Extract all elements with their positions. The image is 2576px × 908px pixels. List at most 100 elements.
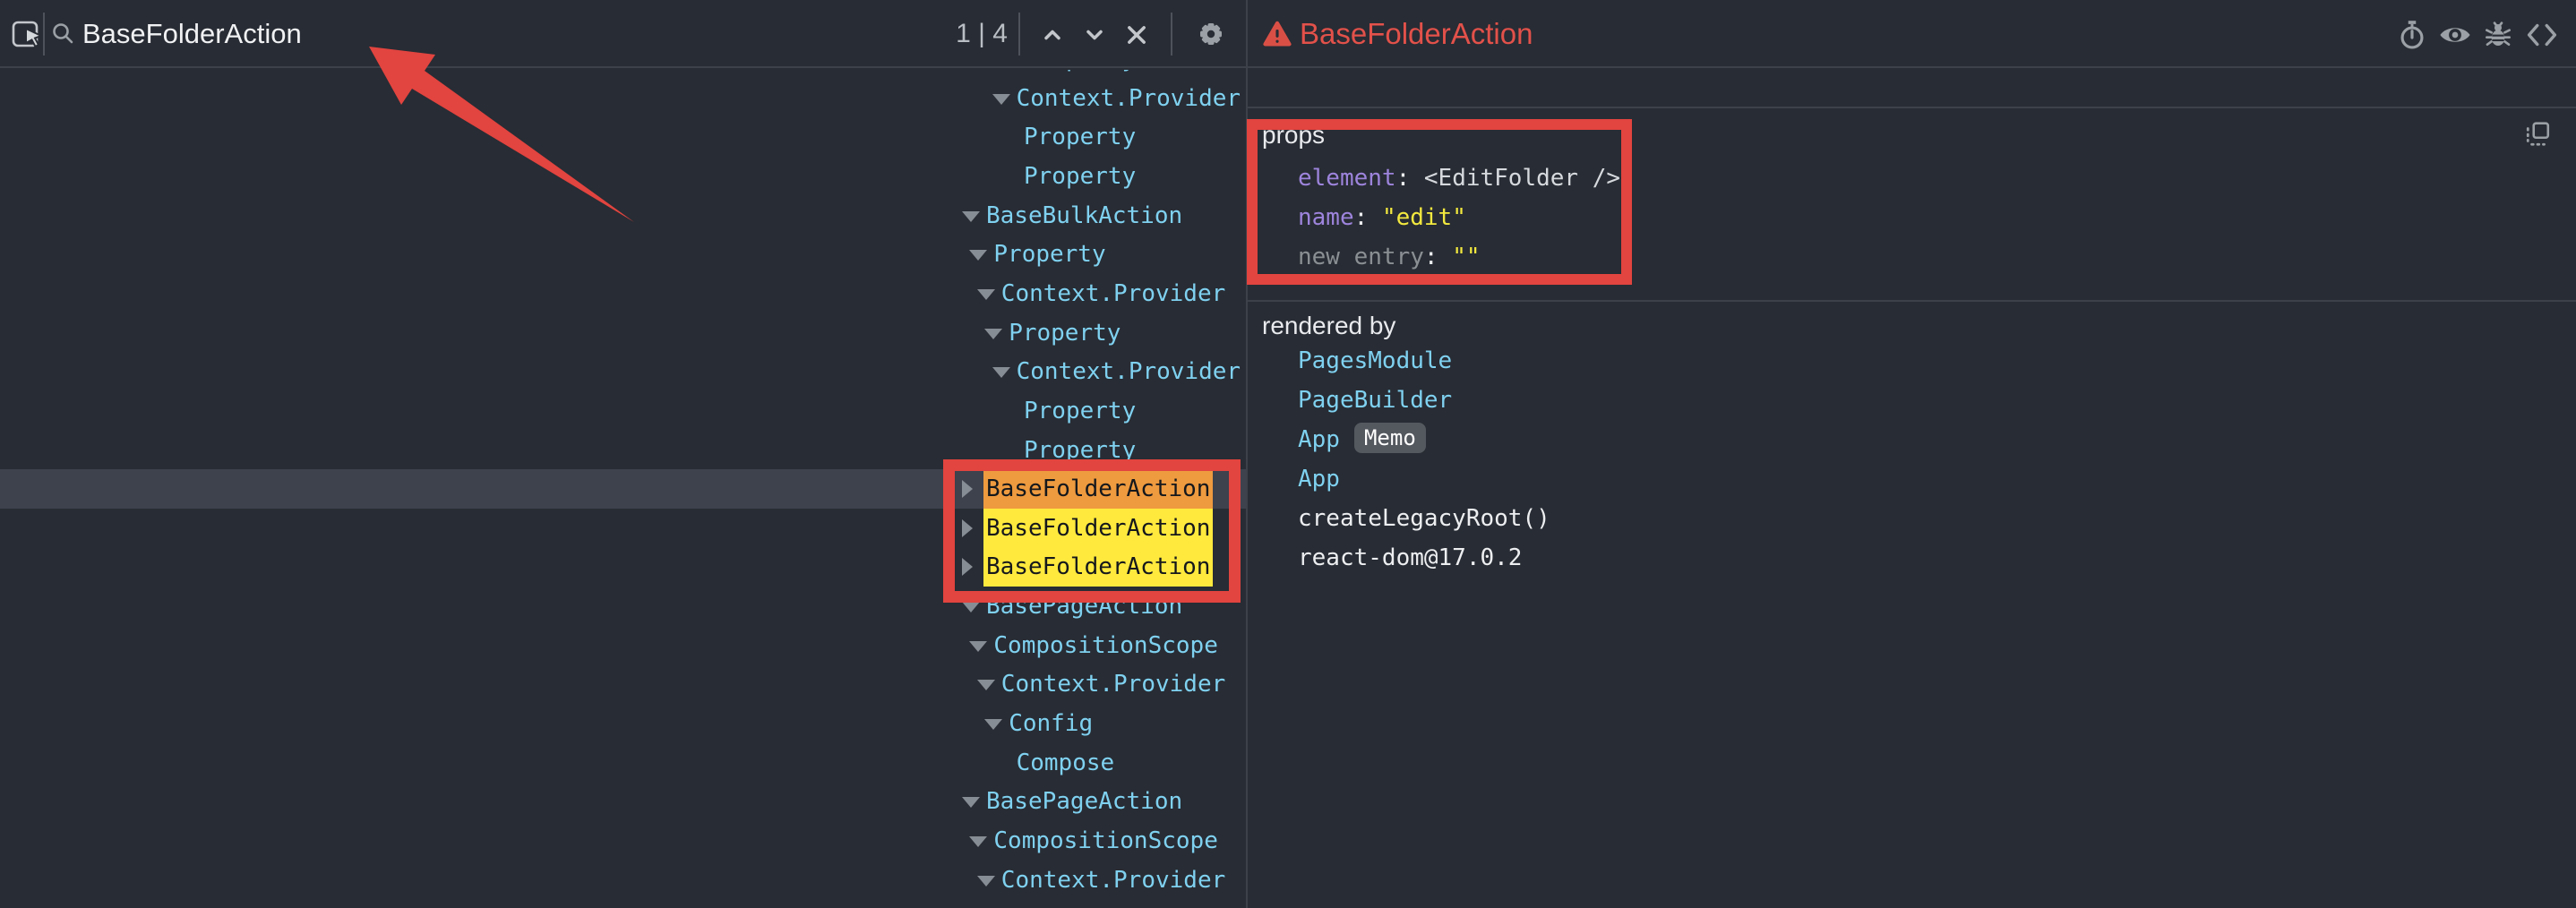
tree-node[interactable]: Config: [0, 704, 1246, 743]
tree-node[interactable]: CompositionScope: [0, 626, 1246, 665]
tree-node[interactable]: Context.Provider: [0, 664, 1246, 704]
collapse-arrow-icon[interactable]: [984, 329, 1002, 339]
component-name[interactable]: Property: [993, 235, 1105, 274]
tree-node[interactable]: Property: [0, 431, 1246, 470]
component-name[interactable]: Property: [1024, 117, 1136, 157]
owner-link[interactable]: App: [1298, 466, 1340, 493]
chevron-up-icon[interactable]: [1035, 18, 1069, 52]
component-name[interactable]: Property: [1024, 157, 1136, 196]
props-list: element: <EditFolder />name: "edit"new e…: [1298, 158, 2576, 277]
tree-node[interactable]: BaseFolderAction: [0, 469, 1246, 509]
component-tree: PropertyContext.ProviderPropertyProperty…: [0, 70, 1246, 908]
component-name[interactable]: BaseBulkAction: [986, 196, 1182, 236]
component-name[interactable]: Context.Provider: [1017, 352, 1241, 391]
collapse-arrow-icon[interactable]: [969, 836, 987, 847]
component-name[interactable]: BaseFolderAction: [983, 509, 1213, 548]
tree-node[interactable]: CompositionScope: [0, 821, 1246, 861]
component-name[interactable]: Property: [1024, 431, 1136, 470]
tree-node[interactable]: Context.Provider: [0, 79, 1246, 118]
rendered-by-item: App: [1298, 459, 2576, 499]
owner-link[interactable]: PagesModule: [1298, 347, 1452, 374]
collapse-arrow-icon[interactable]: [992, 367, 1010, 378]
prop-value[interactable]: "": [1452, 244, 1480, 270]
collapse-arrow-icon[interactable]: [992, 94, 1010, 105]
component-name[interactable]: Property: [1009, 313, 1121, 353]
suspense-timer-icon[interactable]: [2395, 18, 2429, 52]
expand-arrow-icon[interactable]: [962, 480, 973, 498]
prop-entry[interactable]: name: "edit": [1298, 198, 2576, 237]
error-warning-icon: [1262, 21, 1292, 52]
chevron-down-icon[interactable]: [1078, 18, 1112, 52]
collapse-arrow-icon[interactable]: [984, 719, 1002, 730]
component-name[interactable]: CompositionScope: [993, 821, 1217, 861]
inspected-element-header: BaseFolderAction: [1248, 0, 2576, 68]
collapse-arrow-icon[interactable]: [977, 289, 995, 300]
collapse-arrow-icon[interactable]: [969, 250, 987, 261]
collapse-arrow-icon[interactable]: [977, 680, 995, 690]
component-name[interactable]: BaseFolderAction: [983, 469, 1213, 509]
rendered-by-list: PagesModule PageBuilder App Memo App createLe…: [1298, 341, 2576, 578]
collapse-arrow-icon[interactable]: [969, 641, 987, 652]
inspected-element-panel: BaseFolderAction: [1248, 0, 2576, 908]
collapse-arrow-icon[interactable]: [962, 797, 980, 808]
tree-node[interactable]: BaseFolderAction: [0, 547, 1246, 587]
component-name[interactable]: Property: [1024, 70, 1136, 79]
component-name[interactable]: Context.Provider: [1017, 79, 1241, 118]
tree-node[interactable]: Context.Provider: [0, 861, 1246, 900]
rendered-by-item: createLegacyRoot(): [1298, 499, 2576, 538]
props-section-title: props: [1262, 119, 2576, 151]
tree-toolbar: 1 | 4: [0, 0, 1246, 68]
tree-node[interactable]: Property: [0, 70, 1246, 79]
tree-node[interactable]: Property: [0, 235, 1246, 274]
tree-node[interactable]: BaseFolderAction: [0, 509, 1246, 548]
copy-props-icon[interactable]: [2524, 121, 2551, 152]
component-name[interactable]: Config: [1009, 704, 1093, 743]
tree-node[interactable]: Context.Provider: [0, 352, 1246, 391]
prop-value[interactable]: "edit": [1382, 204, 1466, 231]
component-name[interactable]: Property: [1024, 391, 1136, 431]
component-name[interactable]: BasePageAction: [986, 782, 1182, 821]
tree-node[interactable]: BasePageAction: [0, 587, 1246, 626]
owner-link[interactable]: App: [1298, 426, 1340, 453]
expand-arrow-icon[interactable]: [962, 558, 973, 576]
tree-node[interactable]: Property: [0, 313, 1246, 353]
component-name[interactable]: CompositionScope: [993, 626, 1217, 665]
tree-node[interactable]: Context.Provider: [0, 274, 1246, 313]
component-name[interactable]: BaseFolderAction: [983, 547, 1213, 587]
tree-node[interactable]: Property: [0, 391, 1246, 431]
react-devtools-components-panel: 1 | 4: [0, 0, 2576, 908]
tree-node[interactable]: BasePageAction: [0, 782, 1246, 821]
view-source-code-icon[interactable]: [2525, 18, 2559, 52]
prop-colon: :: [1354, 204, 1382, 231]
component-name[interactable]: Context.Provider: [1001, 274, 1225, 313]
close-icon[interactable]: [1120, 18, 1154, 52]
collapse-arrow-icon[interactable]: [977, 876, 995, 887]
component-name[interactable]: BasePageAction: [986, 587, 1182, 626]
tree-node[interactable]: Property: [0, 117, 1246, 157]
prop-entry[interactable]: element: <EditFolder />: [1298, 158, 2576, 198]
prop-key: element: [1298, 165, 1396, 192]
component-name[interactable]: Context.Provider: [1001, 861, 1225, 900]
inspect-element-icon[interactable]: [11, 16, 47, 56]
prop-entry[interactable]: new entry: "": [1298, 237, 2576, 277]
collapse-arrow-icon[interactable]: [962, 602, 980, 612]
component-name[interactable]: Compose: [1017, 743, 1115, 783]
inspect-dom-eye-icon[interactable]: [2438, 18, 2472, 52]
prop-value[interactable]: <EditFolder />: [1424, 165, 1620, 192]
collapse-arrow-icon[interactable]: [962, 211, 980, 222]
owner-link[interactable]: PageBuilder: [1298, 387, 1452, 414]
toolbar-divider: [1018, 13, 1020, 56]
memo-badge: Memo: [1354, 423, 1426, 453]
tree-node[interactable]: BaseBulkAction: [0, 196, 1246, 236]
props-section: props element: <EditFolder />name: "edit…: [1248, 108, 2576, 302]
expand-arrow-icon[interactable]: [962, 519, 973, 537]
tree-node[interactable]: Compose: [0, 743, 1246, 783]
search-input[interactable]: [82, 0, 889, 68]
tree-node[interactable]: Property: [0, 157, 1246, 196]
settings-gear-icon[interactable]: [1193, 16, 1229, 52]
rendered-by-section: rendered by PagesModulePageBuilderAppMem…: [1248, 302, 2576, 595]
log-data-bug-icon[interactable]: [2481, 18, 2515, 52]
component-name[interactable]: Context.Provider: [1001, 664, 1225, 704]
rendered-by-item: PageBuilder: [1298, 381, 2576, 420]
owner-root-label: react-dom@17.0.2: [1298, 544, 1522, 571]
